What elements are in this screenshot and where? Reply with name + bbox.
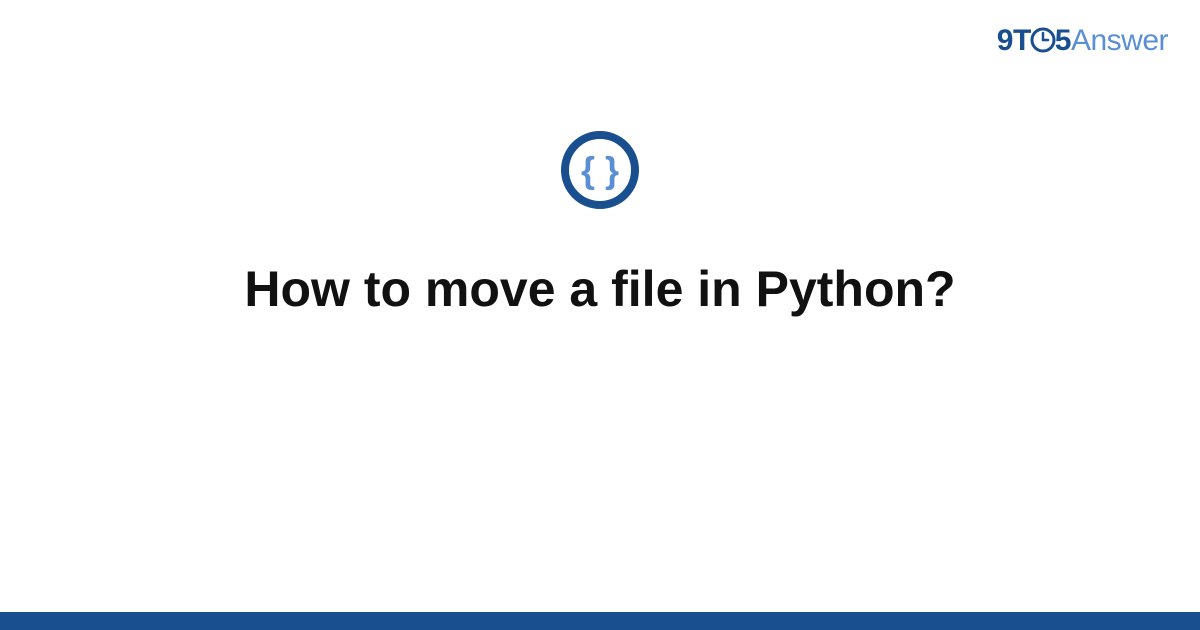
clock-icon	[1030, 27, 1056, 53]
brand-logo: 9T 5Answer	[997, 24, 1168, 58]
question-title: How to move a file in Python?	[0, 260, 1200, 318]
brand-nine: 9	[997, 24, 1013, 57]
brand-t: T	[1013, 24, 1031, 57]
svg-text:{ }: { }	[581, 150, 619, 191]
brand-five: 5	[1055, 24, 1071, 57]
footer-bar	[0, 612, 1200, 630]
code-braces-icon: { }	[560, 130, 640, 210]
brand-answer: Answer	[1071, 24, 1168, 57]
